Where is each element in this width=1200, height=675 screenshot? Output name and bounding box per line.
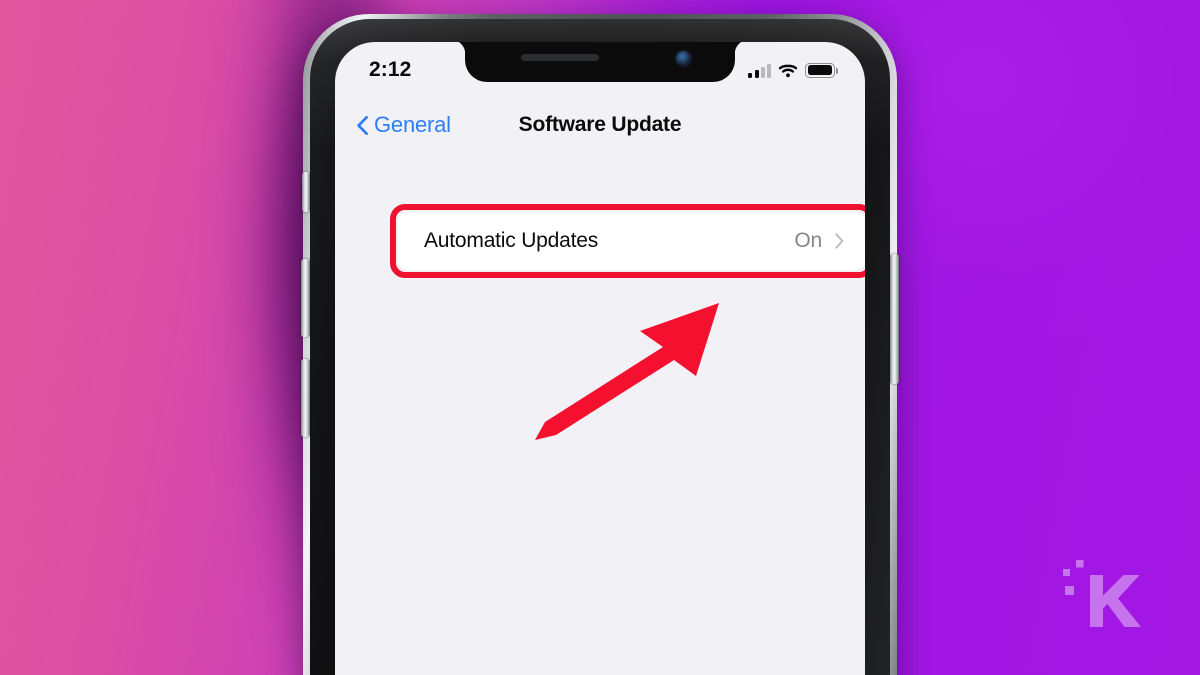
volume-up-button[interactable] (301, 259, 310, 337)
battery-icon (805, 62, 838, 78)
status-bar-indicators (748, 62, 839, 78)
power-button[interactable] (890, 254, 899, 384)
phone-screen: 2:12 General Software Update Automatic U… (335, 42, 865, 675)
wifi-icon (778, 64, 798, 77)
red-pointer-arrow (530, 298, 730, 448)
mute-switch-button[interactable] (302, 172, 310, 212)
page-title: Software Update (518, 113, 682, 136)
status-bar: 2:12 (335, 54, 865, 86)
navigation-bar: General Software Update (335, 102, 865, 148)
iphone-mockup: 2:12 General Software Update Automatic U… (301, 14, 899, 675)
red-highlight-box (390, 204, 865, 278)
status-bar-time: 2:12 (369, 58, 412, 81)
knowtechie-k-logo (1062, 557, 1148, 629)
screenshot-stage: 2:12 General Software Update Automatic U… (0, 0, 1200, 675)
volume-down-button[interactable] (301, 359, 310, 437)
cellular-signal-icon (748, 63, 771, 78)
